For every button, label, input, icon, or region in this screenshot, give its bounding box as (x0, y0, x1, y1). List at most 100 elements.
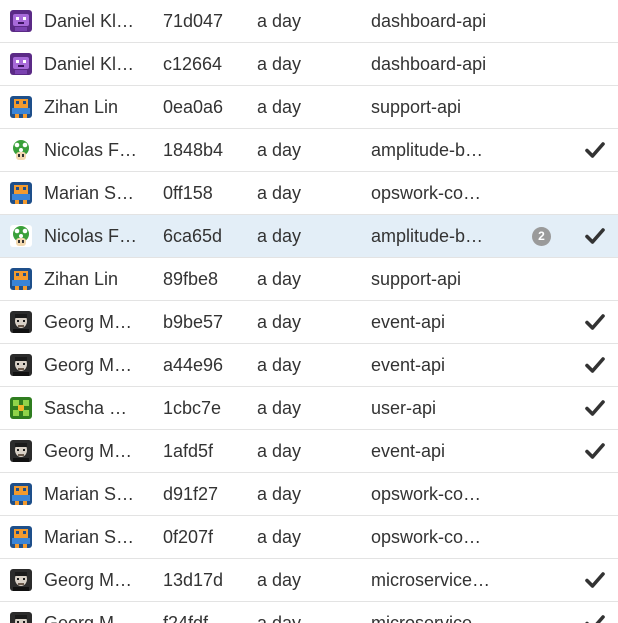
commit-sha: 1848b4 (163, 140, 224, 160)
commit-row[interactable]: Zihan Lin 89fbe8 a day support-api (0, 258, 618, 301)
commit-sha: 89fbe8 (163, 269, 219, 289)
repo-name: microservice… (371, 613, 491, 623)
commit-sha: 1cbc7e (163, 398, 222, 418)
commit-time: a day (257, 226, 302, 246)
comment-count-badge: 2 (532, 227, 551, 246)
green-pixel-avatar (10, 397, 32, 419)
checkmark-icon (585, 313, 605, 331)
repo-name: user-api (371, 398, 437, 418)
commit-row[interactable]: Sascha … 1cbc7e a day user-api (0, 387, 618, 430)
blue-orange-pixel-avatar (10, 182, 32, 204)
commit-time: a day (257, 97, 302, 117)
commit-time: a day (257, 484, 302, 504)
commit-row[interactable]: Georg M… 1afd5f a day event-api (0, 430, 618, 473)
commit-time: a day (257, 183, 302, 203)
repo-name: microservice… (371, 570, 491, 590)
commit-time: a day (257, 54, 302, 74)
checkmark-icon (585, 141, 605, 159)
repo-name: event-api (371, 312, 446, 332)
repo-name: support-api (371, 97, 462, 117)
commit-row[interactable]: Nicolas F… 1848b4 a day amplitude-b… (0, 129, 618, 172)
checkmark-icon (585, 227, 605, 245)
repo-name: opswork-co… (371, 183, 482, 203)
commit-row[interactable]: Nicolas F… 6ca65d a day amplitude-b… 2 (0, 215, 618, 258)
portrait-avatar (10, 612, 32, 623)
commit-time: a day (257, 140, 302, 160)
author-name: Nicolas F… (44, 226, 138, 246)
commit-list: Daniel Kl… 71d047 a day dashboard-api Da… (0, 0, 618, 623)
author-name: Georg M… (44, 312, 133, 332)
repo-name: dashboard-api (371, 54, 487, 74)
author-name: Daniel Kl… (44, 11, 135, 31)
author-name: Georg M… (44, 570, 133, 590)
commit-sha: 6ca65d (163, 226, 223, 246)
author-name: Marian S… (44, 527, 135, 547)
author-name: Daniel Kl… (44, 54, 135, 74)
repo-name: opswork-co… (371, 484, 482, 504)
commit-row[interactable]: Georg M… 13d17d a day microservice… (0, 559, 618, 602)
commit-row[interactable]: Daniel Kl… 71d047 a day dashboard-api (0, 0, 618, 43)
checkmark-icon (585, 614, 605, 623)
author-name: Sascha … (44, 398, 128, 418)
repo-name: event-api (371, 355, 446, 375)
commit-sha: 0ff158 (163, 183, 213, 203)
portrait-avatar (10, 569, 32, 591)
commit-time: a day (257, 613, 302, 623)
commit-sha: d91f27 (163, 484, 219, 504)
commit-row[interactable]: Marian S… 0f207f a day opswork-co… (0, 516, 618, 559)
repo-name: support-api (371, 269, 462, 289)
repo-name: event-api (371, 441, 446, 461)
blue-orange-pixel-avatar (10, 483, 32, 505)
checkmark-icon (585, 571, 605, 589)
commit-row[interactable]: Georg M… b9be57 a day event-api (0, 301, 618, 344)
commit-row[interactable]: Zihan Lin 0ea0a6 a day support-api (0, 86, 618, 129)
commit-time: a day (257, 527, 302, 547)
repo-name: amplitude-b… (371, 140, 484, 160)
author-name: Georg M… (44, 355, 133, 375)
commit-time: a day (257, 11, 302, 31)
green-mushroom-avatar (10, 139, 32, 161)
portrait-avatar (10, 311, 32, 333)
purple-robot-avatar (10, 53, 32, 75)
commit-sha: b9be57 (163, 312, 224, 332)
commit-time: a day (257, 312, 302, 332)
commit-row[interactable]: Marian S… d91f27 a day opswork-co… (0, 473, 618, 516)
commit-time: a day (257, 441, 302, 461)
commit-row[interactable]: Georg M… a44e96 a day event-api (0, 344, 618, 387)
commit-sha: 13d17d (163, 570, 224, 590)
purple-robot-avatar (10, 10, 32, 32)
commit-sha: 1afd5f (163, 441, 214, 461)
author-name: Marian S… (44, 484, 135, 504)
portrait-avatar (10, 440, 32, 462)
portrait-avatar (10, 354, 32, 376)
checkmark-icon (585, 356, 605, 374)
commit-row[interactable]: Georg M… f24fdf a day microservice… (0, 602, 618, 623)
commit-time: a day (257, 570, 302, 590)
commit-time: a day (257, 398, 302, 418)
commit-row[interactable]: Marian S… 0ff158 a day opswork-co… (0, 172, 618, 215)
commit-sha: 71d047 (163, 11, 224, 31)
blue-orange-pixel-avatar (10, 268, 32, 290)
commit-time: a day (257, 269, 302, 289)
commit-time: a day (257, 355, 302, 375)
commit-sha: a44e96 (163, 355, 224, 375)
commit-sha: f24fdf (163, 613, 209, 623)
author-name: Nicolas F… (44, 140, 138, 160)
repo-name: amplitude-b… (371, 226, 484, 246)
author-name: Zihan Lin (44, 269, 119, 289)
green-mushroom-avatar (10, 225, 32, 247)
commit-sha: 0ea0a6 (163, 97, 224, 117)
author-name: Georg M… (44, 441, 133, 461)
checkmark-icon (585, 399, 605, 417)
author-name: Georg M… (44, 613, 133, 623)
commit-sha: 0f207f (163, 527, 214, 547)
checkmark-icon (585, 442, 605, 460)
blue-orange-pixel-avatar (10, 526, 32, 548)
blue-orange-pixel-avatar (10, 96, 32, 118)
author-name: Zihan Lin (44, 97, 119, 117)
commit-row[interactable]: Daniel Kl… c12664 a day dashboard-api (0, 43, 618, 86)
author-name: Marian S… (44, 183, 135, 203)
repo-name: dashboard-api (371, 11, 487, 31)
commit-sha: c12664 (163, 54, 223, 74)
repo-name: opswork-co… (371, 527, 482, 547)
